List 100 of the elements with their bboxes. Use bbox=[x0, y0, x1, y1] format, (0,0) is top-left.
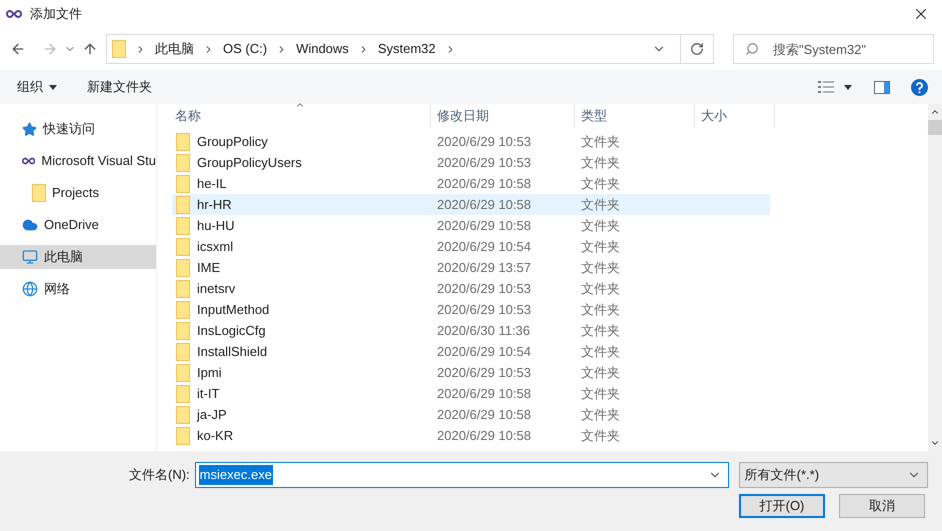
folder-icon bbox=[176, 364, 190, 382]
preview-pane-icon[interactable] bbox=[874, 80, 890, 94]
folder-icon bbox=[112, 40, 126, 58]
window-title: 添加文件 bbox=[30, 5, 82, 24]
breadcrumb[interactable]: OS (C:) bbox=[223, 39, 268, 59]
folder-icon bbox=[176, 238, 190, 256]
sidebar-item[interactable]: Microsoft Visual Stu bbox=[0, 149, 156, 173]
filename-value: msiexec.exe bbox=[198, 465, 273, 485]
breadcrumb[interactable]: Windows bbox=[296, 39, 349, 59]
file-type: 文件夹 bbox=[580, 322, 620, 340]
file-row[interactable]: ko-KR 2020/6/29 10:58 文件夹 bbox=[172, 425, 770, 446]
file-type: 文件夹 bbox=[580, 406, 620, 424]
up-icon[interactable] bbox=[82, 41, 98, 57]
file-name: ko-KR bbox=[197, 426, 234, 445]
file-row[interactable]: InputMethod 2020/6/29 10:53 文件夹 bbox=[172, 299, 770, 320]
file-name: IME bbox=[197, 258, 220, 277]
globe-icon bbox=[22, 281, 38, 297]
file-row[interactable]: InstallShield 2020/6/29 10:54 文件夹 bbox=[172, 341, 770, 362]
file-row[interactable]: IME 2020/6/29 13:57 文件夹 bbox=[172, 257, 770, 278]
file-type: 文件夹 bbox=[580, 342, 620, 361]
star-icon bbox=[22, 122, 37, 136]
file-name: he-IL bbox=[197, 174, 227, 193]
modified-date: 2020/6/29 10:54 bbox=[436, 342, 532, 361]
search-icon bbox=[745, 42, 759, 56]
file-type: 文件夹 bbox=[580, 174, 620, 193]
file-row[interactable]: inetsrv 2020/6/29 10:53 文件夹 bbox=[172, 278, 770, 299]
file-row[interactable]: it-IT 2020/6/29 10:58 文件夹 bbox=[172, 383, 770, 404]
sidebar-item[interactable]: OneDrive bbox=[0, 213, 156, 237]
modified-date: 2020/6/29 10:58 bbox=[436, 406, 532, 424]
file-row[interactable]: Ipmi 2020/6/29 10:53 文件夹 bbox=[172, 362, 770, 383]
folder-icon bbox=[176, 300, 190, 318]
file-type: 文件夹 bbox=[580, 364, 620, 382]
column-header[interactable]: 名称 bbox=[157, 104, 431, 128]
modified-date: 2020/6/30 11:36 bbox=[436, 322, 532, 340]
file-type-select[interactable]: 所有文件(*.*) bbox=[738, 462, 928, 488]
new-folder-button[interactable]: 新建文件夹 bbox=[87, 77, 152, 97]
search-field[interactable]: 搜索"System32" bbox=[733, 34, 934, 64]
modified-date: 2020/6/29 10:58 bbox=[436, 174, 532, 193]
modified-date: 2020/6/29 10:54 bbox=[436, 238, 532, 256]
caret-icon bbox=[49, 84, 57, 90]
help-icon[interactable] bbox=[911, 78, 928, 96]
sidebar-item[interactable]: Projects bbox=[0, 181, 156, 205]
breadcrumb[interactable]: 此电脑 bbox=[155, 39, 194, 59]
folder-icon bbox=[32, 184, 46, 202]
file-type: 文件夹 bbox=[580, 238, 620, 256]
sidebar-item[interactable]: 此电脑 bbox=[0, 245, 156, 269]
sidebar-item[interactable]: 网络 bbox=[0, 277, 156, 301]
caret-icon[interactable] bbox=[844, 84, 852, 90]
sidebar-item[interactable]: 快速访问 bbox=[0, 117, 156, 141]
cloud-icon bbox=[22, 217, 38, 233]
file-row[interactable]: icsxml 2020/6/29 10:54 文件夹 bbox=[172, 236, 770, 257]
back-icon[interactable] bbox=[10, 41, 26, 57]
column-header[interactable]: 大小 bbox=[695, 104, 775, 128]
modified-date: 2020/6/29 10:58 bbox=[436, 196, 532, 214]
modified-date: 2020/6/29 13:57 bbox=[436, 258, 532, 277]
scrollbar[interactable] bbox=[928, 104, 942, 451]
folder-icon bbox=[176, 154, 190, 172]
file-row[interactable]: he-IL 2020/6/29 10:58 文件夹 bbox=[172, 173, 770, 194]
file-row[interactable]: hu-HU 2020/6/29 10:58 文件夹 bbox=[172, 215, 770, 236]
file-name: hr-HR bbox=[197, 196, 232, 214]
cancel-button[interactable]: 取消 bbox=[839, 494, 925, 518]
file-name: GroupPolicy bbox=[197, 132, 268, 151]
file-name: InputMethod bbox=[197, 300, 270, 319]
folder-icon bbox=[176, 322, 190, 340]
file-type: 文件夹 bbox=[580, 154, 620, 172]
file-type: 文件夹 bbox=[580, 300, 620, 319]
folder-icon bbox=[176, 216, 190, 234]
view-list-icon[interactable] bbox=[818, 80, 834, 94]
column-header[interactable]: 修改日期 bbox=[431, 104, 575, 128]
file-row[interactable]: hr-HR 2020/6/29 10:58 文件夹 bbox=[172, 194, 770, 215]
infinity-icon bbox=[22, 157, 36, 165]
folder-icon bbox=[176, 174, 190, 192]
folder-icon bbox=[176, 258, 190, 276]
filename-field[interactable]: msiexec.exe bbox=[194, 462, 729, 488]
file-row[interactable]: ja-JP 2020/6/29 10:58 文件夹 bbox=[172, 404, 770, 425]
column-header[interactable]: 类型 bbox=[575, 104, 695, 128]
organize-button[interactable]: 组织 bbox=[17, 77, 57, 97]
file-name: icsxml bbox=[197, 238, 234, 256]
modified-date: 2020/6/29 10:53 bbox=[436, 364, 532, 382]
breadcrumb[interactable]: System32 bbox=[378, 39, 436, 59]
file-type: 文件夹 bbox=[580, 258, 620, 277]
folder-icon bbox=[176, 426, 190, 444]
folder-icon bbox=[176, 342, 190, 360]
file-name: GroupPolicyUsers bbox=[197, 154, 302, 172]
file-row[interactable]: GroupPolicyUsers 2020/6/29 10:53 文件夹 bbox=[172, 152, 770, 173]
file-row[interactable]: InsLogicCfg 2020/6/30 11:36 文件夹 bbox=[172, 320, 770, 341]
file-name: InsLogicCfg bbox=[197, 322, 266, 340]
folder-icon bbox=[176, 280, 190, 298]
file-name: it-IT bbox=[197, 384, 220, 403]
address-bar[interactable]: 此电脑 OS (C:) Windows System32 bbox=[106, 34, 714, 64]
folder-icon bbox=[176, 196, 190, 214]
modified-date: 2020/6/29 10:53 bbox=[436, 280, 532, 298]
open-button[interactable]: 打开(O) bbox=[739, 494, 825, 518]
refresh-icon[interactable] bbox=[690, 42, 704, 56]
modified-date: 2020/6/29 10:58 bbox=[436, 216, 532, 235]
folder-icon bbox=[176, 132, 190, 150]
scroll-thumb[interactable] bbox=[928, 120, 942, 135]
file-row[interactable]: GroupPolicy 2020/6/29 10:53 文件夹 bbox=[172, 131, 770, 152]
filename-label: 文件名(N): bbox=[129, 466, 190, 484]
folder-icon bbox=[176, 406, 190, 424]
